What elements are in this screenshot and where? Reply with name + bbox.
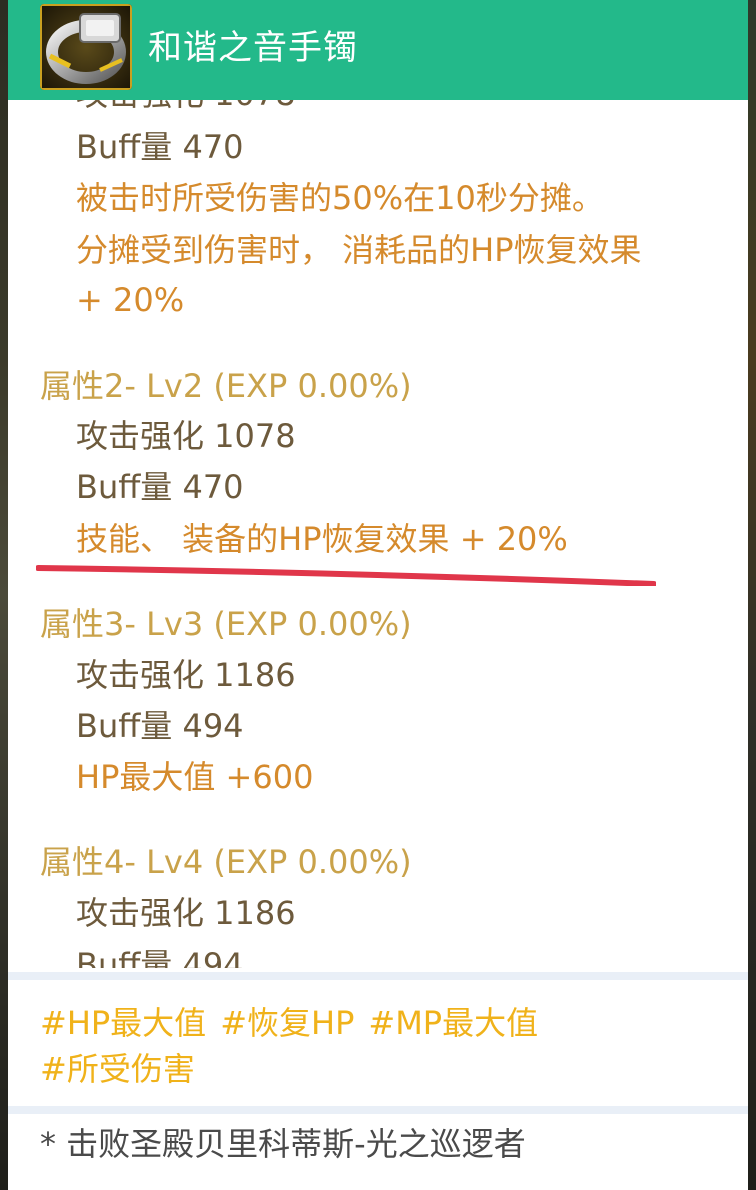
- section-divider: [8, 972, 748, 980]
- attribute-4-heading: 属性4- Lv4 (EXP 0.00%): [40, 843, 412, 881]
- tooltip-header: 和谐之音手镯: [8, 0, 748, 100]
- attribute-scroll-area[interactable]: 攻击强化 1078 Buff量 470 被击时所受伤害的50%在10秒分摊。 分…: [8, 100, 748, 968]
- effect-line: 技能、 装备的HP恢复效果 + 20%: [76, 520, 568, 558]
- tag-list: #HP最大值 #恢复HP #MP最大值 #所受伤害: [40, 1000, 552, 1092]
- effect-line: HP最大值 +600: [76, 758, 314, 796]
- buff-stat: Buff量 494: [76, 707, 244, 745]
- section-divider: [8, 1106, 748, 1114]
- red-underline-annotation: [36, 565, 656, 586]
- attack-stat-cut: 攻击强化 1078: [76, 100, 296, 114]
- tag-recover-hp[interactable]: #恢复HP: [220, 1004, 354, 1042]
- attribute-3-heading: 属性3- Lv3 (EXP 0.00%): [40, 605, 412, 643]
- buff-stat: Buff量 470: [76, 128, 244, 166]
- attribute-2-heading: 属性2- Lv2 (EXP 0.00%): [40, 367, 412, 405]
- buff-stat: Buff量 494: [76, 946, 244, 968]
- item-title: 和谐之音手镯: [148, 28, 358, 68]
- bracelet-item-icon: [40, 4, 132, 90]
- attack-stat: 攻击强化 1186: [76, 656, 296, 694]
- buff-stat: Buff量 470: [76, 468, 244, 506]
- effect-line: 被击时所受伤害的50%在10秒分摊。: [76, 179, 604, 217]
- item-source-text: * 击败圣殿贝里科蒂斯-光之巡逻者: [40, 1125, 526, 1163]
- attack-stat: 攻击强化 1186: [76, 894, 296, 932]
- tag-mp-max[interactable]: #MP最大值: [368, 1004, 538, 1042]
- item-tooltip-card: 和谐之音手镯 攻击强化 1078 Buff量 470 被击时所受伤害的50%在1…: [8, 0, 748, 1190]
- tag-hp-max[interactable]: #HP最大值: [40, 1004, 206, 1042]
- effect-line: 分摊受到伤害时， 消耗品的HP恢复效果: [76, 231, 642, 269]
- attack-stat: 攻击强化 1078: [76, 417, 296, 455]
- tag-damage-taken[interactable]: #所受伤害: [40, 1050, 195, 1088]
- effect-line: + 20%: [76, 281, 185, 319]
